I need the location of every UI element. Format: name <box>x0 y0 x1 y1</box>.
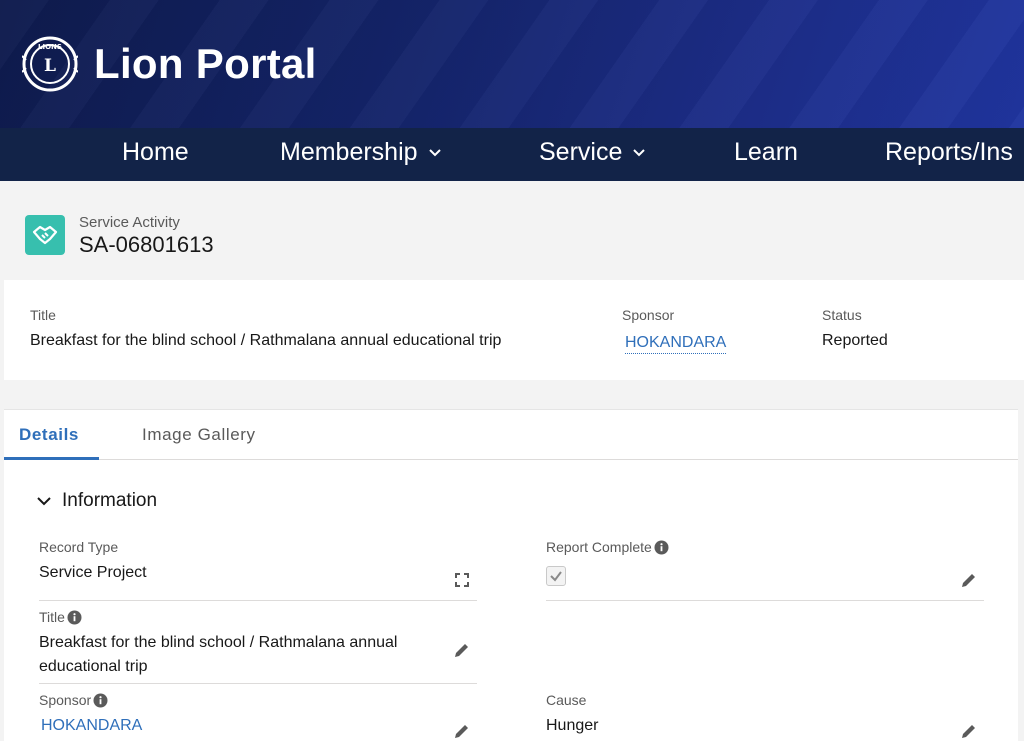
highlight-title-value: Breakfast for the blind school / Rathmal… <box>30 332 502 349</box>
nav-item-reports[interactable]: Reports/Ins <box>885 138 1013 167</box>
main-nav: Home Membership Service Learn Reports/In… <box>0 128 1024 181</box>
nav-item-label: Service <box>539 138 623 166</box>
cause-value: Hunger <box>546 717 599 734</box>
info-icon[interactable] <box>93 693 108 708</box>
svg-text:L: L <box>44 56 56 76</box>
field-divider <box>39 683 477 684</box>
nav-item-learn[interactable]: Learn <box>734 138 798 167</box>
record-type-label: Record Type <box>39 539 119 555</box>
field-divider <box>546 600 984 601</box>
sponsor-label: Sponsor <box>39 692 108 708</box>
record-type-value: Service Project <box>39 564 147 581</box>
sponsor-link[interactable]: HOKANDARA <box>41 714 142 738</box>
object-type-label: Service Activity <box>79 214 180 231</box>
title-value-line2: educational trip <box>39 658 148 675</box>
chevron-down-icon <box>633 148 646 156</box>
details-card: Details Image Gallery Information Record… <box>4 409 1018 741</box>
checkmark-icon <box>550 571 562 582</box>
pencil-icon[interactable] <box>453 722 471 740</box>
highlight-title-label: Title <box>30 307 56 323</box>
information-section-toggle[interactable]: Information <box>36 490 157 512</box>
chevron-down-icon <box>37 497 51 506</box>
info-icon[interactable] <box>654 540 669 555</box>
tab-image-gallery[interactable]: Image Gallery <box>142 425 256 445</box>
pencil-icon[interactable] <box>960 571 978 589</box>
nav-item-home[interactable]: Home <box>122 138 189 167</box>
title-label: Title <box>39 609 82 625</box>
portal-title: Lion Portal <box>94 40 317 87</box>
field-divider <box>39 600 477 601</box>
nav-item-label: Home <box>122 138 189 166</box>
svg-text:LIONS: LIONS <box>38 43 62 51</box>
handshake-icon <box>25 215 65 255</box>
nav-item-label: Learn <box>734 138 798 166</box>
highlight-status-value: Reported <box>822 332 888 349</box>
brand-banner: LIONS L Lion Portal <box>0 0 1024 128</box>
nav-item-label: Membership <box>280 138 418 166</box>
nav-item-label: Reports/Ins <box>885 138 1013 166</box>
highlights-panel: Title Breakfast for the blind school / R… <box>4 280 1024 380</box>
lions-logo[interactable]: LIONS L <box>22 36 78 92</box>
highlight-sponsor-label: Sponsor <box>622 307 675 323</box>
pencil-icon[interactable] <box>453 641 471 659</box>
highlight-status-label: Status <box>822 307 862 323</box>
cause-label: Cause <box>546 692 587 708</box>
highlight-sponsor-link[interactable]: HOKANDARA <box>625 334 727 354</box>
pencil-icon[interactable] <box>960 722 978 740</box>
record-name: SA-06801613 <box>79 232 214 257</box>
report-complete-checkbox[interactable] <box>546 566 566 586</box>
tab-bar: Details Image Gallery <box>4 410 1018 460</box>
tab-details[interactable]: Details <box>19 425 79 445</box>
nav-item-membership[interactable]: Membership <box>280 138 442 167</box>
report-complete-label: Report Complete <box>546 539 669 555</box>
title-value-line1: Breakfast for the blind school / Rathmal… <box>39 634 398 651</box>
chevron-down-icon <box>428 148 441 156</box>
nav-item-service[interactable]: Service <box>539 138 646 167</box>
change-record-type-icon[interactable] <box>453 571 471 589</box>
section-title: Information <box>62 490 158 511</box>
info-icon[interactable] <box>67 610 82 625</box>
active-tab-indicator <box>4 457 99 460</box>
